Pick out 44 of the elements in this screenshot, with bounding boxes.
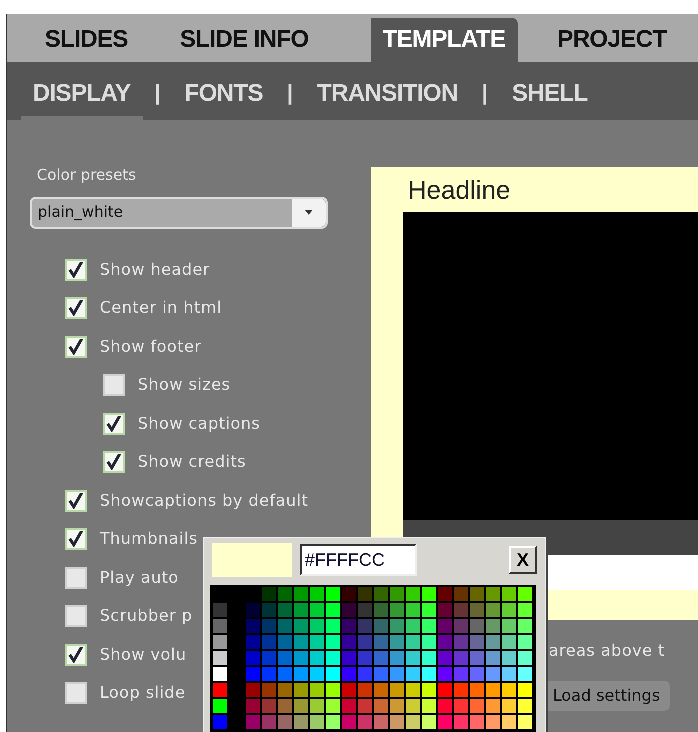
checkbox[interactable] [103,451,125,474]
color-palette-grid[interactable] [210,585,536,732]
checkbox-label: Show sizes [138,374,231,396]
separator: | [286,79,294,107]
checkbox[interactable] [65,490,87,512]
subtab[interactable]: DISPLAY [21,76,143,120]
tab[interactable]: PROJECT [546,18,679,62]
checkbox[interactable] [103,374,125,396]
checkbox-label: Show footer [100,336,202,358]
checkbox-label: Loop slide [100,682,186,704]
tab[interactable]: TEMPLATE [370,18,518,62]
separator: | [154,79,162,107]
close-button[interactable]: X [509,546,537,574]
checkbox-label: Thumbnails [100,528,198,550]
tab[interactable]: SLIDE INFO [168,18,321,62]
checkbox[interactable] [65,336,87,358]
separator: | [480,79,490,107]
checkbox-label: Play auto [100,566,179,589]
caret-down-icon [305,210,313,215]
hex-input-field[interactable]: #FFFFCC [300,544,417,576]
checkbox-label: Show credits [138,451,246,474]
checkbox-label: Showcaptions by default [100,490,309,512]
checkbox[interactable] [65,566,87,589]
checkbox-label: Show volu [100,644,187,666]
field-label: Color presets [37,165,138,186]
tab[interactable]: SLIDES [33,18,140,62]
hint-text: areas above t [549,640,666,662]
checkbox-label: Center in html [100,297,222,320]
checkbox[interactable] [65,258,87,281]
dropdown-value: plain_white [37,202,124,224]
checkbox[interactable] [103,412,125,435]
checkbox[interactable] [65,528,87,550]
checkbox[interactable] [65,605,87,628]
checkbox[interactable] [65,644,87,666]
checkbox-label: Scrubber p [100,605,193,628]
headline: Headline [407,174,512,207]
color-presets-dropdown[interactable]: plain_white [30,196,328,228]
checkbox-label: Show captions [138,412,260,435]
subtab[interactable]: TRANSITION [305,76,470,120]
checkbox[interactable] [65,297,87,320]
subtab[interactable]: SHELL [500,76,600,120]
subtab[interactable]: FONTS [172,76,276,120]
checkbox-label: Show header [100,258,210,281]
checkbox[interactable] [65,682,87,704]
